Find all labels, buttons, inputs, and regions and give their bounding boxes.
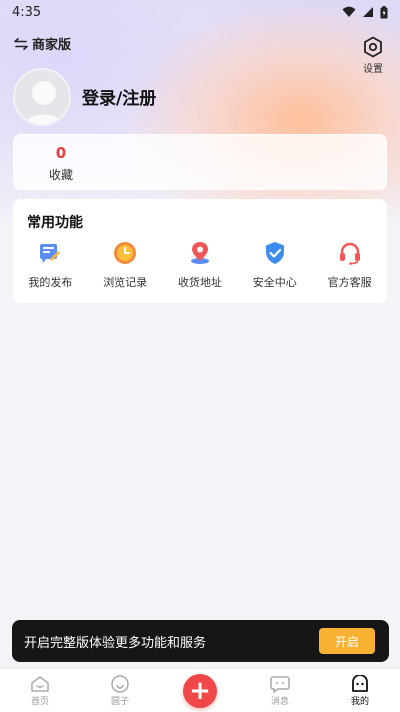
function-customer-service[interactable]: 官方客服 xyxy=(312,241,387,290)
tab-mine[interactable]: 我的 xyxy=(330,674,390,707)
favorites-count[interactable]: 0 xyxy=(14,144,108,162)
avatar[interactable] xyxy=(13,68,71,126)
function-security-center[interactable]: 安全中心 xyxy=(237,241,312,290)
add-icon: + xyxy=(183,673,217,708)
signal-icon xyxy=(363,7,373,17)
status-bar: 4:35 xyxy=(0,0,400,24)
favorites-label[interactable]: 收藏 xyxy=(14,166,108,183)
settings-button[interactable]: 设置 xyxy=(360,36,386,75)
function-label: 我的发布 xyxy=(28,276,73,289)
function-browse-history[interactable]: 浏览记录 xyxy=(88,241,163,290)
switch-merchant-button[interactable]: 商家版 xyxy=(14,34,71,53)
function-label: 浏览记录 xyxy=(103,276,148,289)
wifi-icon xyxy=(342,6,356,17)
tab-label: 圆子 xyxy=(110,696,129,707)
status-icons xyxy=(342,5,388,19)
circle-icon xyxy=(111,674,129,693)
profile-icon xyxy=(352,674,368,692)
message-icon xyxy=(270,675,290,693)
settings-label: 设置 xyxy=(363,64,383,75)
common-functions-card: 常用功能 我的发布 浏览记录 收货地址 安全中心 官方客服 xyxy=(13,199,387,303)
merchant-label: 商家版 xyxy=(32,38,72,53)
function-label: 收货地址 xyxy=(177,276,222,289)
tab-label: 首页 xyxy=(30,696,49,707)
swap-arrows-icon xyxy=(14,37,28,50)
upgrade-banner: 开启完整版体验更多功能和服务 开启 xyxy=(12,620,389,662)
common-functions-title: 常用功能 xyxy=(27,215,83,231)
location-pin-icon xyxy=(190,242,209,264)
tab-label: 我的 xyxy=(350,696,369,707)
tab-add[interactable]: + xyxy=(170,673,230,708)
tab-circle[interactable]: 圆子 xyxy=(90,674,150,707)
upgrade-banner-text: 开启完整版体验更多功能和服务 xyxy=(24,635,207,651)
tab-label: 消息 xyxy=(270,696,289,707)
tab-messages[interactable]: 消息 xyxy=(250,675,310,707)
battery-icon xyxy=(380,5,388,18)
function-shipping-address[interactable]: 收货地址 xyxy=(163,241,238,290)
function-label: 安全中心 xyxy=(252,276,297,289)
headset-icon xyxy=(339,242,360,265)
history-clock-icon xyxy=(114,242,137,264)
home-icon xyxy=(31,675,49,692)
shield-check-icon xyxy=(265,242,284,264)
function-label: 官方客服 xyxy=(327,276,372,289)
function-my-publish[interactable]: 我的发布 xyxy=(13,241,88,290)
function-list: 我的发布 浏览记录 收货地址 安全中心 官方客服 xyxy=(13,241,387,290)
bottom-tab-bar: 首页 圆子 + 消息 我的 xyxy=(0,668,400,712)
status-time: 4:35 xyxy=(12,4,42,20)
tab-home[interactable]: 首页 xyxy=(10,675,70,707)
login-register-link[interactable]: 登录/注册 xyxy=(82,84,156,109)
publish-icon xyxy=(40,244,61,263)
enable-full-version-button[interactable]: 开启 xyxy=(319,628,375,654)
settings-hexagon-icon xyxy=(364,36,382,58)
favorites-card: 0 收藏 xyxy=(13,134,387,190)
